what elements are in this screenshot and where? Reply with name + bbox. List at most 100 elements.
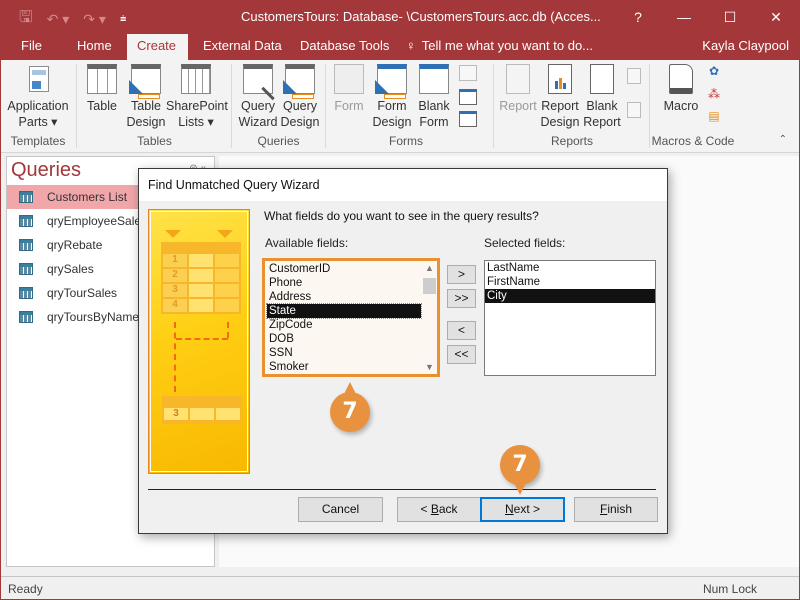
query-icon bbox=[19, 215, 33, 227]
selected-fields-label: Selected fields: bbox=[484, 236, 566, 250]
form-wizard-icon[interactable] bbox=[459, 65, 477, 81]
step-callout-next: 7 bbox=[500, 445, 540, 495]
application-parts-icon bbox=[23, 64, 53, 94]
sharepoint-lists-button[interactable]: SharePoint Lists ▾ bbox=[166, 64, 228, 130]
tell-me-box[interactable]: ♀ Tell me what you want to do... bbox=[406, 34, 593, 60]
group-separator bbox=[76, 64, 77, 148]
form-design-button[interactable]: Form Design bbox=[371, 64, 413, 130]
find-unmatched-query-wizard-dialog: Find Unmatched Query Wizard 1 2 3 4 3 Wh… bbox=[138, 168, 668, 534]
collapse-ribbon-icon[interactable]: ⌃ bbox=[779, 134, 787, 145]
tab-home[interactable]: Home bbox=[67, 34, 122, 60]
group-separator bbox=[325, 64, 326, 148]
class-module-icon[interactable]: ⁂ bbox=[705, 87, 723, 103]
cancel-button[interactable]: Cancel bbox=[298, 497, 383, 522]
scroll-up-icon[interactable]: ▲ bbox=[422, 261, 437, 275]
group-label-templates: Templates bbox=[10, 134, 66, 148]
add-field-button[interactable]: > bbox=[447, 265, 476, 284]
tab-database-tools[interactable]: Database Tools bbox=[290, 34, 399, 60]
sharepoint-lists-icon bbox=[181, 64, 211, 94]
report-icon bbox=[506, 64, 530, 94]
list-item[interactable]: Address bbox=[267, 290, 421, 304]
application-parts-button[interactable]: Application Parts ▾ bbox=[7, 64, 69, 130]
list-item-selected[interactable]: City bbox=[485, 289, 655, 303]
tab-file[interactable]: File bbox=[11, 34, 52, 60]
wizard-illustration: 1 2 3 4 3 bbox=[148, 209, 250, 474]
dialog-title: Find Unmatched Query Wizard bbox=[139, 169, 667, 201]
table-icon bbox=[87, 64, 117, 94]
remove-field-button[interactable]: < bbox=[447, 321, 476, 340]
minimize-button[interactable]: — bbox=[661, 0, 707, 34]
available-fields-listbox[interactable]: CustomerID Phone Address State ZipCode D… bbox=[262, 258, 440, 377]
report-design-icon bbox=[548, 64, 572, 94]
form-design-icon bbox=[375, 64, 407, 99]
next-button[interactable]: Next > bbox=[480, 497, 565, 522]
query-wizard-button[interactable]: Query Wizard bbox=[237, 64, 279, 130]
remove-all-fields-button[interactable]: << bbox=[447, 345, 476, 364]
finish-button[interactable]: Finish bbox=[574, 497, 658, 522]
query-icon bbox=[19, 263, 33, 275]
list-item[interactable]: Phone bbox=[267, 276, 421, 290]
macro-icon bbox=[669, 64, 693, 94]
list-item[interactable]: DOB bbox=[267, 332, 421, 346]
list-item[interactable]: Smoker bbox=[267, 360, 421, 374]
access-window: 🖫 ↶ ▾ ↷ ▾ ⩧ CustomersTours: Database- \C… bbox=[1, 0, 799, 599]
group-separator bbox=[231, 64, 232, 148]
list-item[interactable]: FirstName bbox=[485, 275, 655, 289]
status-bar: Ready Num Lock bbox=[1, 576, 799, 599]
table-button[interactable]: Table bbox=[83, 64, 121, 114]
module-icon[interactable]: ✿ bbox=[705, 64, 723, 80]
add-all-fields-button[interactable]: >> bbox=[447, 289, 476, 308]
scroll-down-icon[interactable]: ▼ bbox=[422, 360, 437, 374]
macro-button[interactable]: Macro bbox=[661, 64, 701, 114]
list-item[interactable]: CustomerID bbox=[267, 262, 421, 276]
lightbulb-icon: ♀ bbox=[406, 38, 416, 53]
labels-icon[interactable] bbox=[627, 102, 641, 118]
form-icon bbox=[334, 64, 364, 94]
report-design-button[interactable]: Report Design bbox=[540, 64, 580, 130]
visual-basic-icon[interactable]: ▤ bbox=[705, 109, 723, 125]
divider bbox=[148, 489, 656, 490]
help-button[interactable]: ? bbox=[615, 0, 661, 34]
group-label-macros: Macros & Code bbox=[651, 134, 735, 148]
query-design-icon bbox=[283, 64, 315, 99]
group-label-tables: Tables bbox=[137, 134, 172, 148]
nav-pane-title[interactable]: Queries bbox=[11, 159, 81, 182]
selected-fields-listbox[interactable]: LastName FirstName City bbox=[484, 260, 656, 376]
query-wizard-icon bbox=[243, 64, 275, 101]
scroll-thumb[interactable] bbox=[423, 278, 436, 294]
undo-icon[interactable]: ↶ ▾ bbox=[47, 11, 70, 28]
blank-report-icon bbox=[590, 64, 614, 94]
report-wizard-icon[interactable] bbox=[627, 68, 641, 84]
navigation-icon[interactable] bbox=[459, 89, 477, 105]
customize-qat-icon[interactable]: ⩧ bbox=[120, 13, 126, 26]
query-icon bbox=[19, 191, 33, 203]
table-design-button[interactable]: Table Design bbox=[125, 64, 167, 130]
tell-me-text: Tell me what you want to do... bbox=[421, 38, 594, 53]
form-button[interactable]: Form bbox=[331, 64, 367, 114]
list-item[interactable]: ZipCode bbox=[267, 318, 421, 332]
redo-icon[interactable]: ↷ ▾ bbox=[83, 11, 106, 28]
user-name[interactable]: Kayla Claypool bbox=[702, 34, 789, 60]
available-fields-scrollbar[interactable]: ▲ ▼ bbox=[422, 261, 437, 374]
list-item[interactable]: LastName bbox=[485, 261, 655, 275]
report-button[interactable]: Report bbox=[498, 64, 538, 114]
group-label-queries: Queries bbox=[257, 134, 300, 148]
group-label-forms: Forms bbox=[389, 134, 423, 148]
title-bar: 🖫 ↶ ▾ ↷ ▾ ⩧ CustomersTours: Database- \C… bbox=[1, 0, 799, 34]
tab-create[interactable]: Create bbox=[127, 34, 188, 60]
query-design-button[interactable]: Query Design bbox=[280, 64, 320, 130]
more-forms-icon[interactable] bbox=[459, 111, 477, 127]
back-button[interactable]: < Back bbox=[397, 497, 481, 522]
step-callout-fields: 7 bbox=[330, 382, 370, 432]
status-text: Ready bbox=[8, 582, 43, 596]
blank-form-button[interactable]: Blank Form bbox=[415, 64, 453, 130]
close-button[interactable]: ✕ bbox=[753, 0, 799, 34]
list-item-selected[interactable]: State bbox=[266, 303, 422, 319]
query-icon bbox=[19, 311, 33, 323]
tab-external-data[interactable]: External Data bbox=[193, 34, 292, 60]
ribbon-tabs: File Home Create External Data Database … bbox=[1, 34, 799, 60]
save-icon[interactable]: 🖫 bbox=[19, 6, 33, 33]
list-item[interactable]: SSN bbox=[267, 346, 421, 360]
blank-report-button[interactable]: Blank Report bbox=[582, 64, 622, 130]
maximize-button[interactable]: ☐ bbox=[707, 0, 753, 34]
